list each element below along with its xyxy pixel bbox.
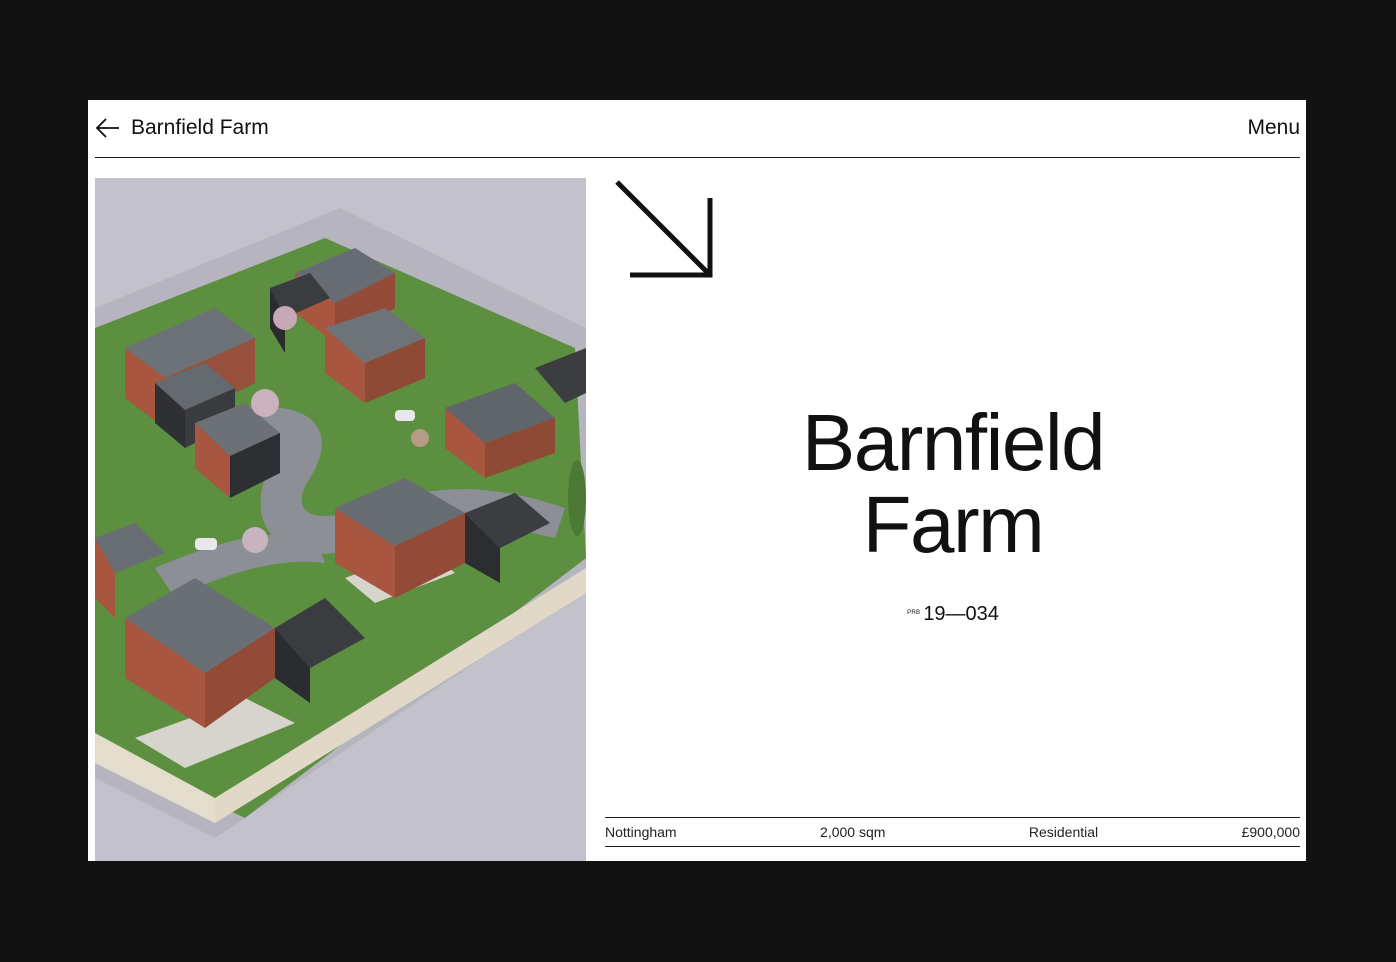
project-reference: PRB 19—034: [848, 602, 1058, 627]
project-render-image: [95, 178, 586, 861]
project-heading: Barnfield Farm: [748, 402, 1158, 566]
project-page: Barnfield Farm Menu Barnfield Farm PRB 1…: [88, 100, 1306, 861]
arrow-left-icon: [95, 118, 120, 138]
reference-number: 19—034: [923, 603, 999, 625]
arrow-down-right-icon: [615, 180, 715, 280]
menu-button[interactable]: Menu: [1247, 115, 1300, 141]
project-facts-bar: Nottingham 2,000 sqm Residential £900,00…: [605, 817, 1300, 847]
back-link[interactable]: Barnfield Farm: [95, 115, 269, 141]
fact-area: 2,000 sqm: [820, 824, 886, 840]
project-heading-line1: Barnfield: [801, 398, 1106, 487]
project-title-link[interactable]: Barnfield Farm: [131, 115, 269, 141]
fact-location: Nottingham: [605, 824, 677, 840]
fact-value: £900,000: [1241, 824, 1300, 840]
reference-prefix: PRB: [907, 609, 921, 616]
top-navigation: Barnfield Farm Menu: [95, 100, 1300, 158]
fact-type: Residential: [1028, 824, 1099, 840]
project-heading-line2: Farm: [862, 480, 1045, 569]
